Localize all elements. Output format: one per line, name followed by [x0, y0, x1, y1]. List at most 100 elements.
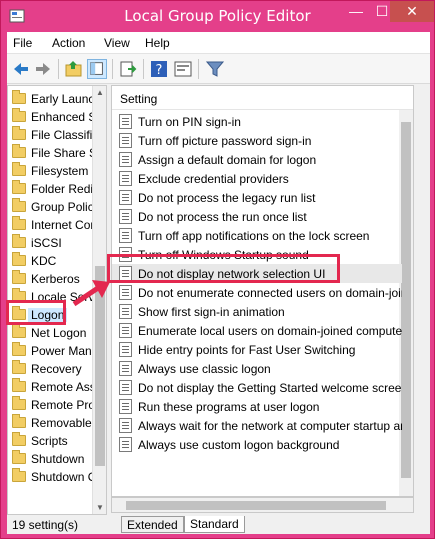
setting-row[interactable]: Always use custom logon background: [112, 435, 402, 454]
policy-setting-icon: [119, 133, 132, 148]
policy-setting-icon: [119, 323, 132, 338]
folder-icon: [12, 450, 26, 464]
menu-file[interactable]: File: [13, 36, 32, 50]
tree-item[interactable]: Shutdown Options: [8, 468, 92, 486]
tree-item[interactable]: File Share Shadow Copy Provider: [8, 144, 92, 162]
setting-label: Enumerate local users on domain-joined c…: [138, 324, 402, 338]
tree-item[interactable]: Remote Procedure Call: [8, 396, 92, 414]
tree-item-label: Enhanced Storage Access: [31, 110, 92, 124]
menu-help[interactable]: Help: [145, 36, 170, 50]
title-bar[interactable]: Local Group Policy Editor — ☐ ✕: [1, 1, 434, 32]
filter-icon[interactable]: [205, 59, 225, 79]
setting-label: Do not process the legacy run list: [138, 191, 316, 205]
tree-item[interactable]: Recovery: [8, 360, 92, 378]
tree-item[interactable]: Removable Storage Access: [8, 414, 92, 432]
tree-item[interactable]: Enhanced Storage Access: [8, 108, 92, 126]
tree-item[interactable]: Filesystem: [8, 162, 92, 180]
setting-row[interactable]: Turn off app notifications on the lock s…: [112, 226, 402, 245]
toolbar-separator: [112, 59, 113, 79]
tree-item[interactable]: Group Policy: [8, 198, 92, 216]
policy-setting-icon: [119, 190, 132, 205]
policy-setting-icon: [119, 171, 132, 186]
folder-icon: [12, 396, 26, 410]
highlight-box-network-selection: [107, 254, 340, 283]
setting-label: Do not enumerate connected users on doma…: [138, 286, 402, 300]
tree-item-label: File Share Shadow Copy Provider: [31, 146, 92, 160]
tree-item[interactable]: Net Logon: [8, 324, 92, 342]
setting-row[interactable]: Always use classic logon: [112, 359, 402, 378]
setting-row[interactable]: Turn off picture password sign-in: [112, 131, 402, 150]
column-header-label: Setting: [120, 92, 158, 106]
tree-item-label: Remote Procedure Call: [31, 398, 92, 412]
setting-row[interactable]: Always wait for the network at computer …: [112, 416, 402, 435]
setting-label: Always use classic logon: [138, 362, 271, 376]
tree-item-label: Shutdown Options: [31, 470, 92, 484]
setting-row[interactable]: Exclude credential providers: [112, 169, 402, 188]
setting-label: Show first sign-in animation: [138, 305, 285, 319]
tree-item[interactable]: Shutdown: [8, 450, 92, 468]
tree-item[interactable]: Folder Redirection: [8, 180, 92, 198]
policy-setting-icon: [119, 418, 132, 433]
setting-label: Exclude credential providers: [138, 172, 289, 186]
logon-highlight-box: [6, 300, 66, 325]
setting-row[interactable]: Do not process the legacy run list: [112, 188, 402, 207]
setting-row[interactable]: Run these programs at user logon: [112, 397, 402, 416]
menu-view[interactable]: View: [104, 36, 130, 50]
setting-label: Turn on PIN sign-in: [138, 115, 241, 129]
status-bar: 19 setting(s): [7, 518, 430, 535]
tree-item[interactable]: Internet Communication Management: [8, 216, 92, 234]
scrollbar-thumb[interactable]: [126, 501, 386, 510]
setting-label: Hide entry points for Fast User Switchin…: [138, 343, 356, 357]
help-icon[interactable]: ?: [149, 59, 169, 79]
setting-row[interactable]: Do not process the run once list: [112, 207, 402, 226]
scroll-up-icon[interactable]: ▲: [96, 88, 104, 97]
setting-row[interactable]: Enumerate local users on domain-joined c…: [112, 321, 402, 340]
tree-item-label: Net Logon: [31, 326, 87, 340]
setting-row[interactable]: Show first sign-in animation: [112, 302, 402, 321]
folder-icon: [12, 180, 26, 194]
tree-item[interactable]: File Classification Infrastructure: [8, 126, 92, 144]
tree-item[interactable]: Early Launch Antimalware: [8, 90, 92, 108]
setting-label: Always wait for the network at computer …: [138, 419, 402, 433]
tree-item[interactable]: iSCSI: [8, 234, 92, 252]
forward-icon[interactable]: [33, 59, 53, 79]
properties-icon[interactable]: [173, 59, 193, 79]
up-folder-icon[interactable]: [64, 59, 84, 79]
tree-item-label: KDC: [31, 254, 57, 268]
settings-pane: Setting Turn on PIN sign-in Turn off pict…: [111, 85, 414, 497]
tree-item[interactable]: KDC: [8, 252, 92, 270]
folder-icon: [12, 270, 26, 284]
setting-row[interactable]: Do not display the Getting Started welco…: [112, 378, 402, 397]
policy-setting-icon: [119, 399, 132, 414]
minimize-button[interactable]: —: [343, 1, 369, 22]
tree-item-label: iSCSI: [31, 236, 62, 250]
tree-item-label: Removable Storage Access: [31, 416, 92, 430]
tree-item[interactable]: Power Management: [8, 342, 92, 360]
close-button[interactable]: ✕: [390, 1, 434, 22]
menu-action[interactable]: Action: [52, 36, 85, 50]
folder-icon: [12, 162, 26, 176]
tree-item[interactable]: Scripts: [8, 432, 92, 450]
scroll-down-icon[interactable]: ▼: [96, 503, 104, 512]
column-header-setting[interactable]: Setting: [112, 86, 413, 110]
back-icon[interactable]: [11, 59, 31, 79]
setting-label: Run these programs at user logon: [138, 400, 320, 414]
show-hide-tree-icon[interactable]: [87, 59, 107, 79]
policy-setting-icon: [119, 285, 132, 300]
tree-item-label: Power Management: [31, 344, 92, 358]
tree-item-label: Folder Redirection: [31, 182, 92, 196]
folder-icon: [12, 234, 26, 248]
setting-label: Turn off app notifications on the lock s…: [138, 229, 370, 243]
setting-row[interactable]: Turn on PIN sign-in: [112, 112, 402, 131]
menu-bar: File Action View Help: [7, 32, 430, 54]
folder-icon: [12, 432, 26, 446]
setting-row[interactable]: Do not enumerate connected users on doma…: [112, 283, 402, 302]
toolbar-separator: [58, 59, 59, 79]
setting-row[interactable]: Hide entry points for Fast User Switchin…: [112, 340, 402, 359]
export-list-icon[interactable]: [118, 59, 138, 79]
tree-item-label: File Classification Infrastructure: [31, 128, 92, 142]
setting-row[interactable]: Assign a default domain for logon: [112, 150, 402, 169]
scrollbar-thumb[interactable]: [401, 122, 411, 478]
settings-horizontal-scrollbar[interactable]: [111, 497, 414, 513]
tree-item[interactable]: Remote Assistance: [8, 378, 92, 396]
